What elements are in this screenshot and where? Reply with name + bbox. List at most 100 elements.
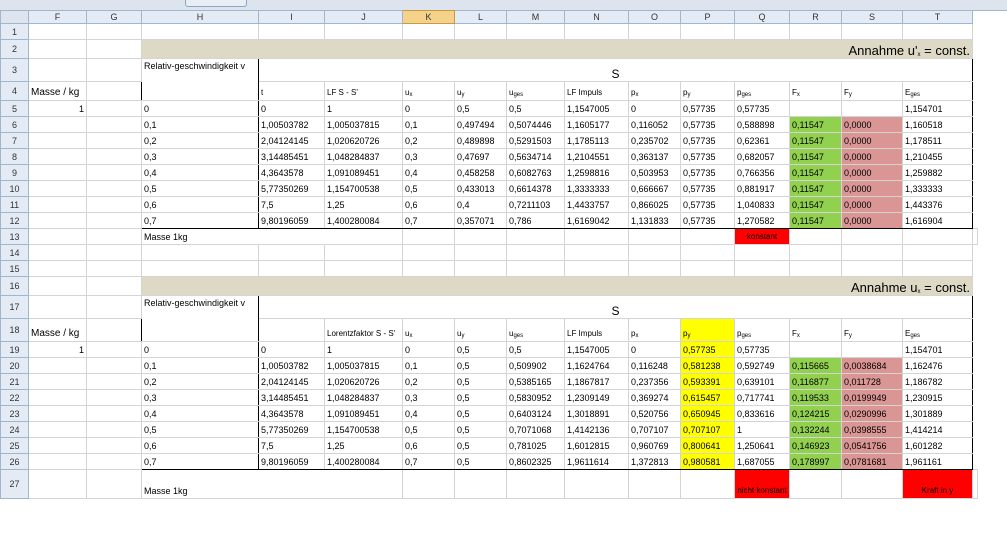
row-header-26[interactable]: 26: [0, 453, 29, 470]
row-header-9[interactable]: 9: [0, 164, 29, 181]
row-header-16[interactable]: 16: [0, 276, 29, 296]
table1-cell-r8-c3[interactable]: 1,400280084: [324, 212, 403, 229]
table2-cell-r6-c6[interactable]: 0,7071068: [506, 421, 565, 438]
table2-cell-r8-c1[interactable]: 0,7: [141, 453, 259, 470]
cell-empty[interactable]: [28, 196, 87, 213]
cell-empty[interactable]: [506, 244, 565, 261]
table1-cell-r2-c13[interactable]: 1,160518: [902, 116, 973, 133]
cell-empty[interactable]: [28, 58, 87, 82]
cell-empty[interactable]: [28, 228, 87, 245]
table1-cell-r7-c13[interactable]: 1,443376: [902, 196, 973, 213]
cell-empty[interactable]: [402, 244, 455, 261]
table2-cell-r3-c9[interactable]: 0,593391: [680, 373, 735, 390]
cell-empty[interactable]: [258, 244, 325, 261]
cell-empty[interactable]: [86, 244, 142, 261]
cell-empty[interactable]: [86, 132, 142, 149]
table2-cell-r4-c1[interactable]: 0,3: [141, 389, 259, 406]
header-px[interactable]: px: [628, 318, 681, 342]
cell-empty[interactable]: [902, 260, 973, 277]
column-header-G[interactable]: G: [86, 10, 142, 24]
table1-cell-r1-c2[interactable]: 0: [258, 100, 325, 117]
row-header-24[interactable]: 24: [0, 421, 29, 438]
cell-empty[interactable]: [902, 228, 973, 245]
table1-cell-r7-c6[interactable]: 0,7211103: [506, 196, 565, 213]
table1-cell-r8-c6[interactable]: 0,786: [506, 212, 565, 229]
cell-empty[interactable]: [28, 373, 87, 390]
header-uges[interactable]: uges: [506, 81, 565, 101]
table2-cell-r2-c9[interactable]: 0,581238: [680, 357, 735, 374]
column-header-J[interactable]: J: [324, 10, 403, 24]
cell-empty[interactable]: [28, 164, 87, 181]
cell-empty[interactable]: [454, 469, 507, 499]
cell-empty[interactable]: [28, 295, 87, 319]
cell-empty[interactable]: [86, 295, 142, 319]
table2-cell-r5-c2[interactable]: 4,3643578: [258, 405, 325, 422]
table2-cell-r8-c13[interactable]: 1,961161: [902, 453, 973, 470]
table2-cell-r2-c5[interactable]: 0,5: [454, 357, 507, 374]
cell-empty[interactable]: [564, 228, 629, 245]
table1-cell-r4-c6[interactable]: 0,5634714: [506, 148, 565, 165]
table2-cell-r4-c9[interactable]: 0,615457: [680, 389, 735, 406]
header-pges[interactable]: pges: [734, 81, 790, 101]
table1-masse-value[interactable]: 1: [28, 100, 87, 117]
header-fy[interactable]: Fy: [841, 318, 903, 342]
cell-empty[interactable]: [86, 212, 142, 229]
table2-footer-masse[interactable]: Masse 1kg: [141, 469, 403, 499]
cell-empty[interactable]: [28, 260, 87, 277]
cell-empty[interactable]: [86, 453, 142, 470]
cell-empty[interactable]: [86, 437, 142, 454]
table2-cell-r5-c5[interactable]: 0,5: [454, 405, 507, 422]
row-header-20[interactable]: 20: [0, 357, 29, 374]
table1-cell-r6-c4[interactable]: 0,5: [402, 180, 455, 197]
column-header-O[interactable]: O: [628, 10, 681, 24]
cell-empty[interactable]: [628, 228, 681, 245]
table1-cell-r1-c4[interactable]: 0: [402, 100, 455, 117]
table1-cell-r3-c5[interactable]: 0,489898: [454, 132, 507, 149]
table2-cell-r7-c6[interactable]: 0,781025: [506, 437, 565, 454]
table2-cell-r8-c2[interactable]: 9,80196059: [258, 453, 325, 470]
table1-cell-r3-c3[interactable]: 1,020620726: [324, 132, 403, 149]
row-header-1[interactable]: 1: [0, 23, 29, 40]
table2-cell-r7-c7[interactable]: 1,6012815: [564, 437, 629, 454]
column-header-M[interactable]: M: [506, 10, 565, 24]
cell-empty[interactable]: [86, 116, 142, 133]
table1-cell-r3-c12[interactable]: 0,0000: [841, 132, 903, 149]
table1-cell-r4-c11[interactable]: 0,11547: [789, 148, 842, 165]
spreadsheet-grid[interactable]: F G H I J K L M N O P Q R S T 1 2 Annahme u'x = const. 3 Re…: [0, 10, 978, 499]
table1-cell-r7-c2[interactable]: 7,5: [258, 196, 325, 213]
table1-cell-r2-c3[interactable]: 1,005037815: [324, 116, 403, 133]
table1-cell-r2-c2[interactable]: 1,00503782: [258, 116, 325, 133]
table2-cell-r3-c10[interactable]: 0,639101: [734, 373, 790, 390]
table2-cell-r8-c4[interactable]: 0,7: [402, 453, 455, 470]
cell-empty[interactable]: [28, 357, 87, 374]
table1-cell-r6-c2[interactable]: 5,77350269: [258, 180, 325, 197]
header-eges[interactable]: Eges: [902, 81, 973, 101]
table1-cell-r2-c7[interactable]: 1,1605177: [564, 116, 629, 133]
table2-cell-r5-c11[interactable]: 0,124215: [789, 405, 842, 422]
header-t[interactable]: [258, 318, 325, 342]
table2-cell-r4-c10[interactable]: 0,717741: [734, 389, 790, 406]
row-header-2[interactable]: 2: [0, 39, 29, 59]
cell-empty[interactable]: [402, 228, 455, 245]
cell-empty[interactable]: [86, 164, 142, 181]
table2-cell-r2-c3[interactable]: 1,005037815: [324, 357, 403, 374]
table1-cell-r5-c3[interactable]: 1,091089451: [324, 164, 403, 181]
table2-cell-r1-c1[interactable]: 0: [141, 341, 259, 358]
table1-note-konstant[interactable]: konstant: [734, 228, 790, 245]
table2-cell-r5-c1[interactable]: 0,4: [141, 405, 259, 422]
table2-cell-r6-c4[interactable]: 0,5: [402, 421, 455, 438]
table1-cell-r1-c9[interactable]: 0,57735: [680, 100, 735, 117]
table1-masse-label[interactable]: Masse / kg: [28, 81, 87, 101]
table2-masse-value[interactable]: 1: [28, 341, 87, 358]
table1-cell-r7-c5[interactable]: 0,4: [454, 196, 507, 213]
table1-cell-r1-c10[interactable]: 0,57735: [734, 100, 790, 117]
cell-empty[interactable]: [506, 23, 565, 40]
header-fy[interactable]: Fy: [841, 81, 903, 101]
table2-cell-r4-c8[interactable]: 0,369274: [628, 389, 681, 406]
table1-cell-r8-c4[interactable]: 0,7: [402, 212, 455, 229]
cell-empty[interactable]: [28, 389, 87, 406]
table2-cell-r6-c13[interactable]: 1,414214: [902, 421, 973, 438]
table1-cell-r2-c5[interactable]: 0,497494: [454, 116, 507, 133]
cell-empty[interactable]: [86, 100, 142, 117]
table2-note-nicht-konstant[interactable]: nicht konstant: [734, 469, 790, 499]
